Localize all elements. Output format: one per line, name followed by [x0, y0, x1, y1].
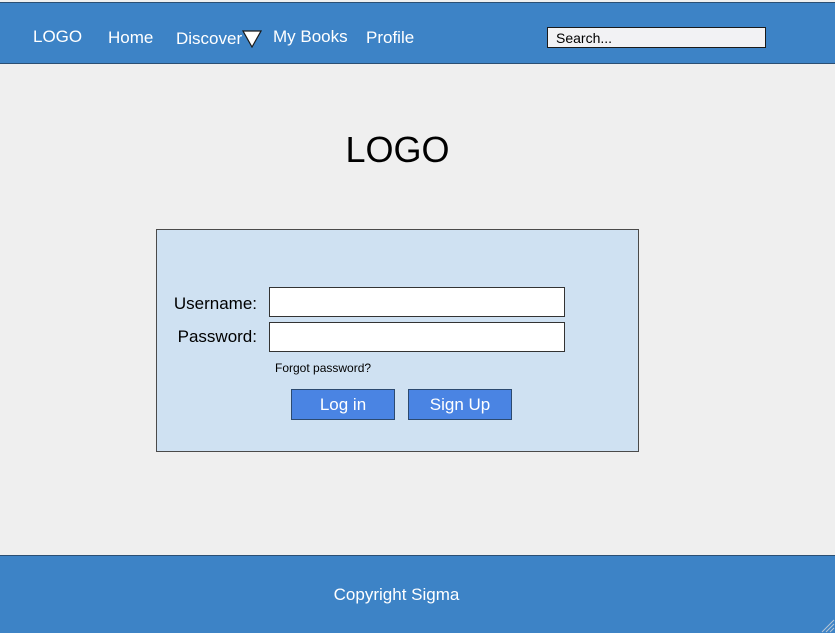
- nav-item-discover[interactable]: Discover: [176, 29, 242, 49]
- page-logo: LOGO: [345, 129, 450, 170]
- password-label: Password:: [177, 327, 257, 346]
- search-input[interactable]: [547, 27, 766, 48]
- nav-item-profile[interactable]: Profile: [366, 28, 414, 48]
- login-panel: Username: Password: Forgot password? Log…: [156, 229, 639, 452]
- nav-item-home[interactable]: Home: [108, 28, 153, 48]
- forgot-password-link[interactable]: Forgot password?: [275, 361, 371, 375]
- resize-grip-icon[interactable]: [819, 617, 835, 633]
- top-navbar: LOGO Home Discover My Books Profile: [0, 2, 835, 64]
- password-field[interactable]: [269, 322, 565, 352]
- copyright-text: Copyright Sigma: [333, 585, 460, 604]
- login-button[interactable]: Log in: [291, 389, 395, 420]
- footer: Copyright Sigma: [0, 555, 835, 633]
- username-label: Username:: [173, 294, 257, 313]
- signup-button[interactable]: Sign Up: [408, 389, 512, 420]
- username-field[interactable]: [269, 287, 565, 317]
- nav-logo[interactable]: LOGO: [33, 27, 82, 47]
- chevron-down-icon[interactable]: [242, 30, 262, 48]
- nav-item-my-books[interactable]: My Books: [273, 27, 348, 47]
